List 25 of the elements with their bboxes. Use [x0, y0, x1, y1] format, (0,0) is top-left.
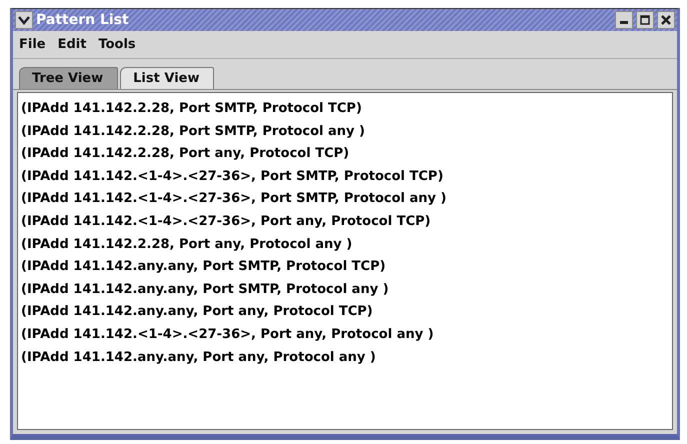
close-button[interactable] [657, 11, 675, 29]
menu-item[interactable]: Tools [98, 37, 136, 52]
list-item[interactable]: (IPAdd 141.142.2.28, Port SMTP, Protocol any ) [21, 120, 669, 144]
list-item[interactable]: (IPAdd 141.142.<1-4>.<27-36>, Port any, Protocol TCP) [21, 210, 669, 234]
list-item[interactable]: (IPAdd 141.142.any.any, Port any, Protocol any ) [21, 346, 669, 370]
list-item[interactable]: (IPAdd 141.142.any.any, Port any, Protocol TCP) [21, 301, 669, 324]
list-item[interactable]: (IPAdd 141.142.<1-4>.<27-36>, Port SMTP, Protocol any ) [21, 188, 669, 211]
close-icon [661, 15, 671, 25]
tab[interactable]: Tree View [19, 67, 118, 89]
minimize-button[interactable] [615, 11, 633, 29]
list-item[interactable]: (IPAdd 141.142.2.28, Port any, Protocol TCP) [21, 143, 669, 166]
maximize-icon [640, 15, 650, 25]
list-item[interactable]: (IPAdd 141.142.2.28, Port any, Protocol any ) [21, 234, 669, 256]
menu-item[interactable]: Edit [58, 37, 86, 52]
tab[interactable]: List View [120, 67, 214, 89]
maximize-button[interactable] [636, 11, 654, 29]
chevron-icon [18, 15, 30, 25]
list-item[interactable]: (IPAdd 141.142.any.any, Port SMTP, Protocol any ) [21, 278, 669, 302]
list-item[interactable]: (IPAdd 141.142.<1-4>.<27-36>, Port any, Protocol any ) [21, 324, 669, 347]
list-item[interactable]: (IPAdd 141.142.any.any, Port SMTP, Protocol TCP) [21, 256, 669, 279]
list-item[interactable]: (IPAdd 141.142.2.28, Port SMTP, Protocol TCP) [21, 98, 669, 121]
window-title: Pattern List [36, 12, 130, 28]
menu-item[interactable]: File [19, 37, 46, 52]
list-item[interactable]: (IPAdd 141.142.<1-4>.<27-36>, Port SMTP, Protocol TCP) [21, 166, 669, 188]
window-menu-button[interactable] [15, 11, 33, 29]
